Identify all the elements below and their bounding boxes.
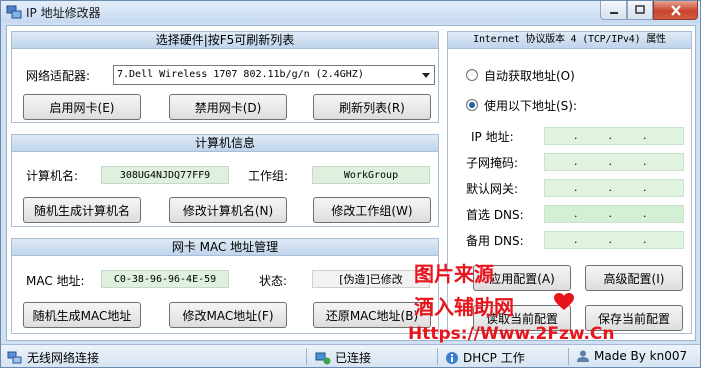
alternate-dns-input[interactable]: ... [544, 231, 684, 249]
mac-status-value: [伪造]已修改 [312, 270, 430, 288]
random-mac-button[interactable]: 随机生成MAC地址 [23, 302, 141, 328]
mac-address-value: C0-38-96-96-4E-59 [101, 270, 229, 288]
status-separator [306, 348, 307, 365]
mac-address-label: MAC 地址: [26, 274, 85, 288]
manual-address-radio[interactable] [466, 99, 478, 111]
hardware-panel-header: 选择硬件|按F5可刷新列表 [12, 32, 438, 49]
refresh-list-button[interactable]: 刷新列表(R) [313, 94, 431, 120]
watermark-line-3: Https://Www.2Fzw.Cn [408, 324, 615, 344]
status-separator [568, 348, 569, 365]
status-connection-text: 已连接 [335, 351, 372, 365]
preferred-dns-input[interactable]: ... [544, 205, 684, 223]
close-button[interactable] [653, 1, 698, 20]
status-author-text: Made By kn007 [594, 349, 688, 363]
workgroup-value: WorkGroup [312, 166, 430, 184]
ipv4-panel-title: Internet 协议版本 4 (TCP/IPv4) 属性 [473, 34, 666, 45]
modify-mac-button[interactable]: 修改MAC地址(F) [169, 302, 287, 328]
watermark-line-1: 图片来源 [414, 262, 494, 286]
subnet-mask-input[interactable]: ... [544, 153, 684, 171]
mac-status-label: 状态: [259, 274, 288, 288]
chevron-down-icon [422, 73, 430, 78]
disable-adapter-button[interactable]: 禁用网卡(D) [169, 94, 287, 120]
minimize-button[interactable] [600, 1, 627, 20]
workgroup-label: 工作组: [248, 169, 289, 183]
change-workgroup-button[interactable]: 修改工作组(W) [313, 197, 431, 223]
client-area: 选择硬件|按F5可刷新列表 网络适配器: 7.Dell Wireless 170… [6, 25, 696, 344]
window-title: IP 地址修改器 [26, 6, 101, 20]
alternate-dns-label: 备用 DNS: [466, 234, 524, 248]
auto-address-label[interactable]: 自动获取地址(O) [484, 67, 575, 84]
rename-computer-button[interactable]: 修改计算机名(N) [169, 197, 287, 223]
ipv4-panel-header: Internet 协议版本 4 (TCP/IPv4) 属性 [448, 32, 691, 49]
network-icon [6, 5, 22, 19]
mac-panel: 网卡 MAC 地址管理 MAC 地址: C0-38-96-96-4E-59 状态… [11, 238, 439, 334]
computer-info-panel: 计算机信息 计算机名: 308UG4NJDQ77FF9 工作组: WorkGro… [11, 134, 439, 227]
adapter-dropdown-value: 7.Dell Wireless 1707 802.11b/g/n (2.4GHZ… [117, 69, 364, 80]
ip-address-label: IP 地址: [471, 130, 514, 144]
user-icon [577, 350, 589, 362]
status-network-text: 无线网络连接 [27, 351, 100, 365]
status-bar: 无线网络连接 已连接 DHCP 工作 Made By kn007 [1, 344, 700, 367]
enable-adapter-button[interactable]: 启用网卡(E) [23, 94, 141, 120]
status-dhcp-text: DHCP 工作 [463, 351, 525, 365]
status-network: 无线网络连接 [7, 349, 99, 366]
close-icon [670, 4, 681, 16]
default-gateway-label: 默认网关: [466, 182, 519, 196]
mac-panel-header: 网卡 MAC 地址管理 [12, 239, 438, 256]
maximize-icon [635, 5, 645, 14]
auto-address-radio[interactable] [466, 69, 478, 81]
status-connection: 已连接 [315, 349, 371, 366]
subnet-mask-label: 子网掩码: [466, 156, 519, 170]
info-icon [446, 351, 458, 364]
status-dhcp: DHCP 工作 [445, 349, 525, 366]
computer-name-value: 308UG4NJDQ77FF9 [101, 166, 229, 184]
watermark-line-2: 酒入辅助网 [414, 295, 514, 319]
title-bar: IP 地址修改器 [1, 1, 700, 23]
app-window: IP 地址修改器 选择硬件|按F5可刷新列表 网络适配器: 7.Dell Wir… [0, 0, 701, 368]
computer-name-label: 计算机名: [26, 169, 79, 183]
minimize-icon [609, 12, 618, 14]
network-adapter-icon [7, 351, 22, 363]
maximize-button[interactable] [627, 1, 653, 20]
ipv4-panel: Internet 协议版本 4 (TCP/IPv4) 属性 自动获取地址(O) … [447, 31, 692, 334]
random-computer-name-button[interactable]: 随机生成计算机名 [23, 197, 141, 223]
manual-address-label[interactable]: 使用以下地址(S): [484, 97, 577, 114]
preferred-dns-label: 首选 DNS: [466, 208, 524, 222]
adapter-dropdown[interactable]: 7.Dell Wireless 1707 802.11b/g/n (2.4GHZ… [113, 65, 435, 85]
hardware-panel: 选择硬件|按F5可刷新列表 网络适配器: 7.Dell Wireless 170… [11, 31, 439, 123]
advanced-config-button[interactable]: 高级配置(I) [585, 265, 683, 291]
connected-icon [315, 352, 331, 364]
computer-info-header: 计算机信息 [12, 135, 438, 152]
default-gateway-input[interactable]: ... [544, 179, 684, 197]
heart-icon [554, 293, 574, 310]
status-author: Made By kn007 [576, 349, 687, 363]
adapter-label: 网络适配器: [26, 69, 91, 83]
status-separator [437, 348, 438, 365]
ip-address-input[interactable]: ... [544, 127, 684, 145]
